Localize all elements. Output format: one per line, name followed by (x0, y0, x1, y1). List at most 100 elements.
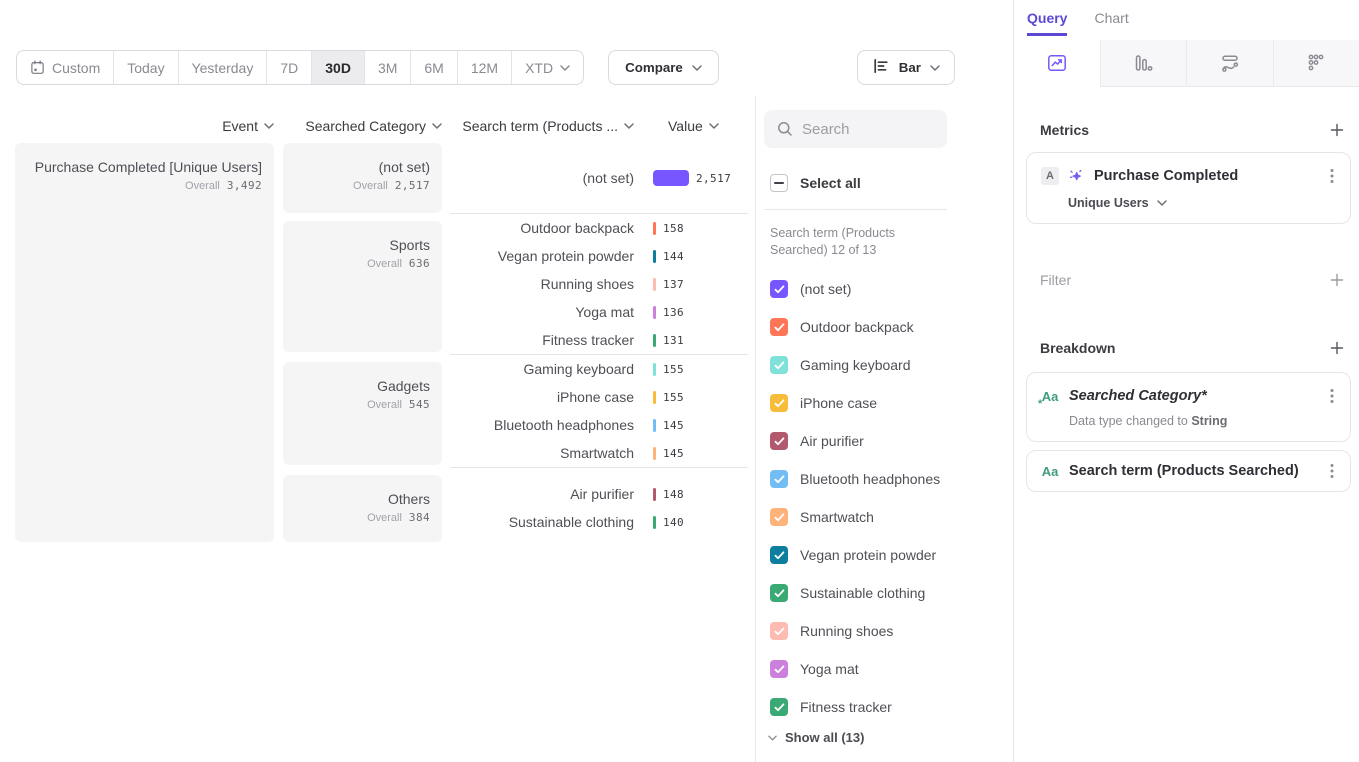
checkbox-indeterminate[interactable] (770, 174, 788, 192)
legend-item[interactable]: Running shoes (756, 612, 1013, 650)
legend-item[interactable]: (not set) (756, 270, 1013, 308)
term-row[interactable]: (not set)2,517 (450, 164, 748, 192)
compare-button[interactable]: Compare (608, 50, 719, 85)
series-badge: A (1041, 167, 1059, 185)
legend-item[interactable]: Fitness tracker (756, 688, 1013, 726)
date-range-6m[interactable]: 6M (410, 51, 456, 84)
checkbox-checked[interactable] (770, 660, 788, 678)
toolbar: CustomTodayYesterday7D30D3M6M12MXTD Comp… (16, 50, 997, 85)
category-cell[interactable]: GadgetsOverall545 (283, 362, 442, 465)
column-header-search-term[interactable]: Search term (Products ... (450, 118, 648, 134)
term-group: Gaming keyboard155iPhone case155Bluetoot… (450, 354, 748, 467)
search-box[interactable] (764, 110, 947, 148)
breakdown-card-searched-category[interactable]: Aa Searched Category* Data type changed … (1026, 372, 1351, 442)
kebab-menu-icon[interactable] (1328, 166, 1336, 186)
chevron-down-icon (692, 65, 702, 71)
view-type-tabs (1014, 40, 1359, 87)
value-bar (653, 170, 689, 186)
date-range-12m[interactable]: 12M (457, 51, 511, 84)
checkbox-checked[interactable] (770, 698, 788, 716)
date-range-xtd[interactable]: XTD (511, 51, 583, 84)
chart-type-button[interactable]: Bar (857, 50, 955, 85)
measure-selector[interactable]: Unique Users (1068, 196, 1336, 210)
date-range-today[interactable]: Today (113, 51, 177, 84)
check-icon (774, 627, 785, 636)
kebab-menu-icon[interactable] (1328, 386, 1336, 406)
value-bar (653, 391, 656, 404)
category-cell[interactable]: SportsOverall636 (283, 221, 442, 352)
checkbox-checked[interactable] (770, 546, 788, 564)
chart-type-label: Bar (899, 60, 921, 75)
value-bar (653, 488, 656, 501)
metric-card[interactable]: A Purchase Completed Unique Users (1026, 152, 1351, 224)
term-row[interactable]: Outdoor backpack158 (450, 214, 748, 242)
show-all-button[interactable]: Show all (13) (768, 730, 1013, 745)
column-header-event[interactable]: Event (15, 118, 274, 134)
legend-item[interactable]: Outdoor backpack (756, 308, 1013, 346)
legend-item[interactable]: Air purifier (756, 422, 1013, 460)
checkbox-checked[interactable] (770, 470, 788, 488)
checkbox-checked[interactable] (770, 394, 788, 412)
kebab-menu-icon[interactable] (1328, 461, 1336, 481)
check-icon (774, 513, 785, 522)
term-row[interactable]: Fitness tracker131 (450, 326, 748, 354)
checkbox-checked[interactable] (770, 508, 788, 526)
date-range-group: CustomTodayYesterday7D30D3M6M12MXTD (16, 50, 584, 85)
column-header-value[interactable]: Value (668, 118, 719, 134)
legend-item[interactable]: Bluetooth headphones (756, 460, 1013, 498)
view-tab-bars-icon[interactable] (1100, 40, 1187, 87)
term-row[interactable]: Vegan protein powder144 (450, 242, 748, 270)
legend-item[interactable]: iPhone case (756, 384, 1013, 422)
term-row[interactable]: Sustainable clothing140 (450, 508, 748, 536)
add-metric-button[interactable] (1329, 122, 1345, 138)
date-range-3m[interactable]: 3M (364, 51, 410, 84)
value-bar (653, 516, 656, 529)
category-cell[interactable]: (not set)Overall2,517 (283, 143, 442, 213)
legend-item[interactable]: Gaming keyboard (756, 346, 1013, 384)
category-column: (not set)Overall2,517 SportsOverall636Gad… (283, 143, 442, 542)
term-row[interactable]: Smartwatch145 (450, 439, 748, 467)
legend-item[interactable]: Sustainable clothing (756, 574, 1013, 612)
term-row[interactable]: iPhone case155 (450, 383, 748, 411)
chevron-down-icon (768, 735, 777, 741)
term-row[interactable]: Air purifier148 (450, 480, 748, 508)
select-all[interactable]: Select all (770, 174, 1013, 192)
event-overall: Overall 3,492 (15, 179, 262, 192)
date-range-7d[interactable]: 7D (266, 51, 311, 84)
category-cell[interactable]: OthersOverall384 (283, 475, 442, 542)
metrics-heading: Metrics (1040, 122, 1089, 138)
term-row[interactable]: Bluetooth headphones145 (450, 411, 748, 439)
add-filter-button[interactable] (1329, 272, 1345, 288)
value-bar (653, 334, 656, 347)
date-range-custom[interactable]: Custom (17, 51, 113, 84)
add-breakdown-button[interactable] (1329, 340, 1345, 356)
checkbox-checked[interactable] (770, 432, 788, 450)
legend-item[interactable]: Smartwatch (756, 498, 1013, 536)
view-tab-insights-icon[interactable] (1014, 40, 1100, 87)
date-range-30d[interactable]: 30D (311, 51, 364, 84)
value-bar (653, 278, 656, 291)
checkbox-checked[interactable] (770, 356, 788, 374)
term-row[interactable]: Yoga mat136 (450, 298, 748, 326)
checkbox-checked[interactable] (770, 584, 788, 602)
term-row[interactable]: Running shoes137 (450, 270, 748, 298)
value-bar (653, 419, 656, 432)
view-tab-retention-icon[interactable] (1273, 40, 1359, 87)
search-input[interactable] (802, 121, 942, 138)
column-header-searched-category[interactable]: Searched Category (283, 118, 442, 134)
date-range-yesterday[interactable]: Yesterday (178, 51, 267, 84)
legend-item[interactable]: Yoga mat (756, 650, 1013, 688)
event-cell[interactable]: Purchase Completed [Unique Users] Overal… (15, 143, 274, 542)
checkbox-checked[interactable] (770, 280, 788, 298)
legend-item[interactable]: Vegan protein powder (756, 536, 1013, 574)
tab-query[interactable]: Query (1027, 10, 1067, 36)
breakdown-card-search-term[interactable]: Aa Search term (Products Searched) (1026, 450, 1351, 492)
chevron-down-icon (709, 123, 719, 129)
checkbox-checked[interactable] (770, 622, 788, 640)
minus-icon (774, 182, 784, 184)
checkbox-checked[interactable] (770, 318, 788, 336)
tab-chart[interactable]: Chart (1094, 10, 1128, 36)
term-row[interactable]: Gaming keyboard155 (450, 355, 748, 383)
query-builder: Metrics A Purchase Completed Unique User… (1014, 122, 1359, 492)
view-tab-flows-icon[interactable] (1186, 40, 1273, 87)
